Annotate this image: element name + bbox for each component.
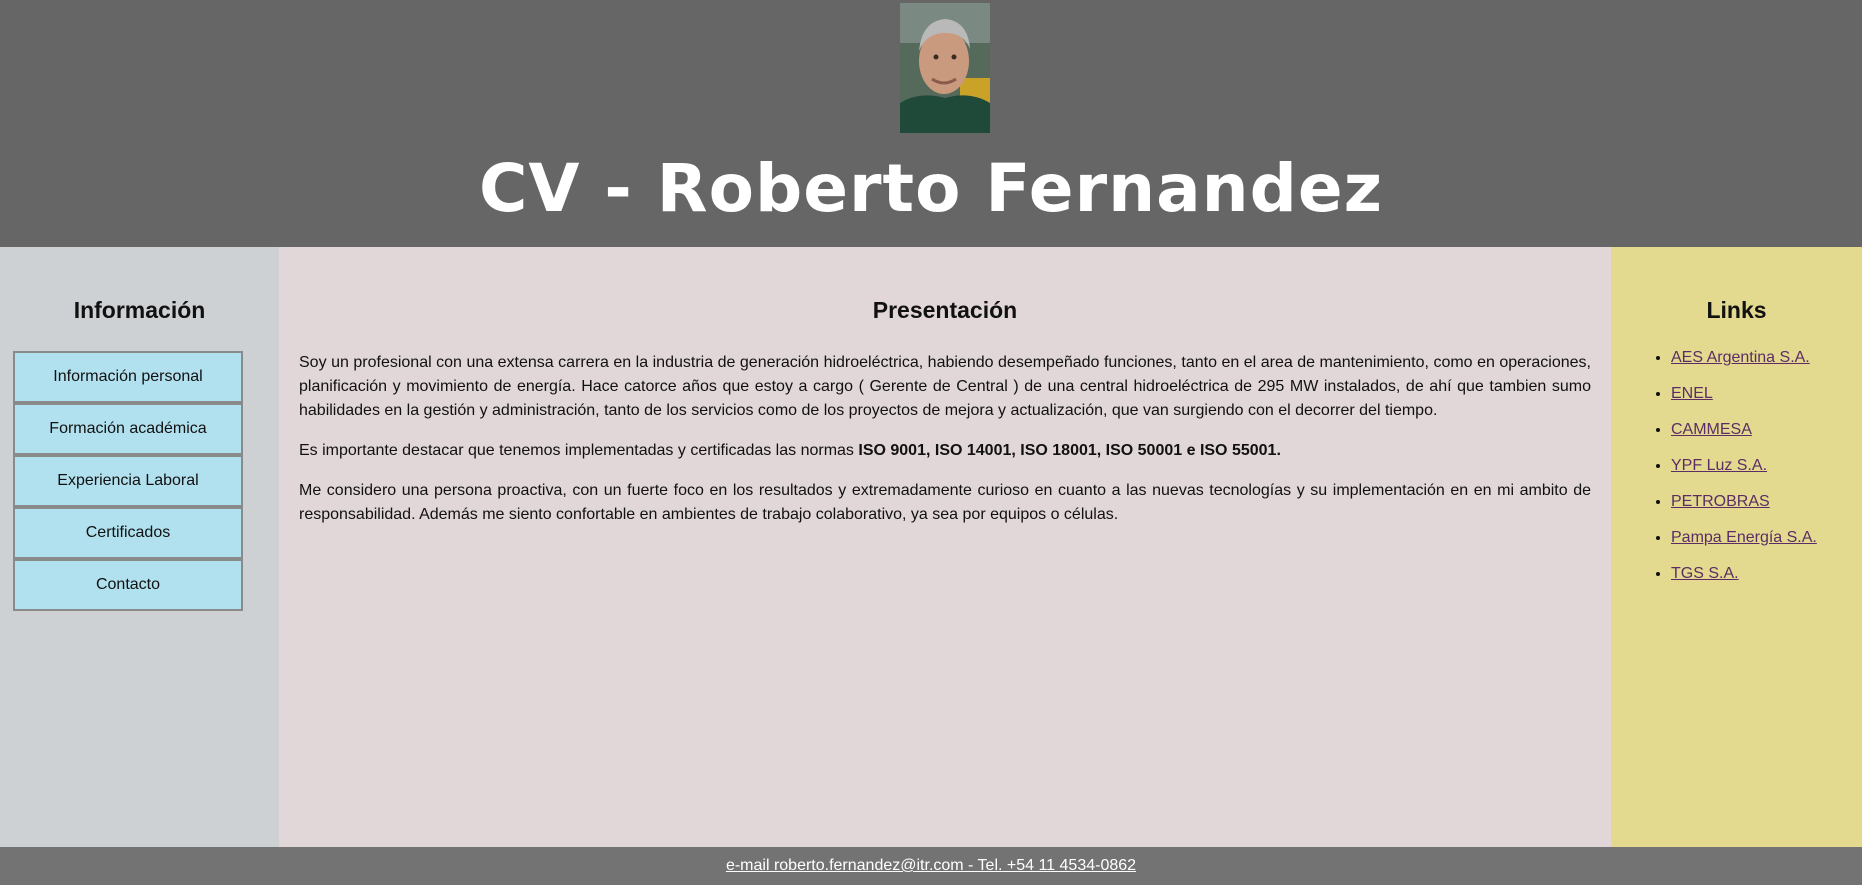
paragraph-3: Me considero una persona proactiva, con …	[299, 482, 1591, 523]
menu-button-certificados[interactable]: Certificados	[13, 507, 243, 559]
list-item: PETROBRAS	[1671, 490, 1817, 526]
sidebar-heading: Información	[73, 297, 206, 323]
sidebar: Información Información personal Formaci…	[0, 247, 279, 847]
site-header: CV - Roberto Fernandez	[0, 0, 1862, 247]
link-petrobras[interactable]: PETROBRAS	[1671, 493, 1770, 510]
links-list: AES Argentina S.A. ENEL CAMMESA YPF Luz …	[1671, 346, 1817, 598]
paragraph-2-iso-standards: ISO 9001, ISO 14001, ISO 18001, ISO 5000…	[858, 442, 1281, 459]
paragraph-1: Soy un profesional con una extensa carre…	[299, 354, 1591, 419]
menu-button-informacion-personal[interactable]: Información personal	[13, 351, 243, 403]
footer-contact-link[interactable]: e-mail roberto.fernandez@itr.com - Tel. …	[726, 847, 1136, 885]
menu-button-contacto[interactable]: Contacto	[13, 559, 243, 611]
presentation-text: Soy un profesional con una extensa carre…	[299, 351, 1591, 543]
list-item: YPF Luz S.A.	[1671, 454, 1817, 490]
link-enel[interactable]: ENEL	[1671, 385, 1713, 402]
link-pampa-energia[interactable]: Pampa Energía S.A.	[1671, 529, 1817, 546]
list-item: TGS S.A.	[1671, 562, 1817, 598]
link-aes-argentina[interactable]: AES Argentina S.A.	[1671, 349, 1810, 366]
sidebar-menu: Información personal Formación académica…	[13, 351, 243, 611]
page-title: CV - Roberto Fernandez	[478, 150, 1384, 227]
link-cammesa[interactable]: CAMMESA	[1671, 421, 1752, 438]
links-panel: Links AES Argentina S.A. ENEL CAMMESA YP…	[1611, 247, 1862, 847]
menu-button-experiencia-laboral[interactable]: Experiencia Laboral	[13, 455, 243, 507]
profile-photo	[900, 3, 990, 133]
profile-photo-image	[900, 3, 990, 133]
link-ypf-luz[interactable]: YPF Luz S.A.	[1671, 457, 1767, 474]
list-item: ENEL	[1671, 382, 1817, 418]
paragraph-2: Es importante destacar que tenemos imple…	[299, 439, 1591, 463]
paragraph-2-text: Es importante destacar que tenemos imple…	[299, 442, 859, 459]
list-item: AES Argentina S.A.	[1671, 346, 1817, 382]
main-content: Presentación Soy un profesional con una …	[279, 247, 1611, 847]
menu-button-formacion-academica[interactable]: Formación académica	[13, 403, 243, 455]
link-tgs[interactable]: TGS S.A.	[1671, 565, 1739, 582]
site-footer: e-mail roberto.fernandez@itr.com - Tel. …	[0, 847, 1862, 885]
list-item: Pampa Energía S.A.	[1671, 526, 1817, 562]
list-item: CAMMESA	[1671, 418, 1817, 454]
page: CV - Roberto Fernandez Información Infor…	[0, 0, 1862, 885]
main-heading: Presentación	[872, 297, 1018, 323]
links-heading: Links	[1706, 297, 1767, 323]
